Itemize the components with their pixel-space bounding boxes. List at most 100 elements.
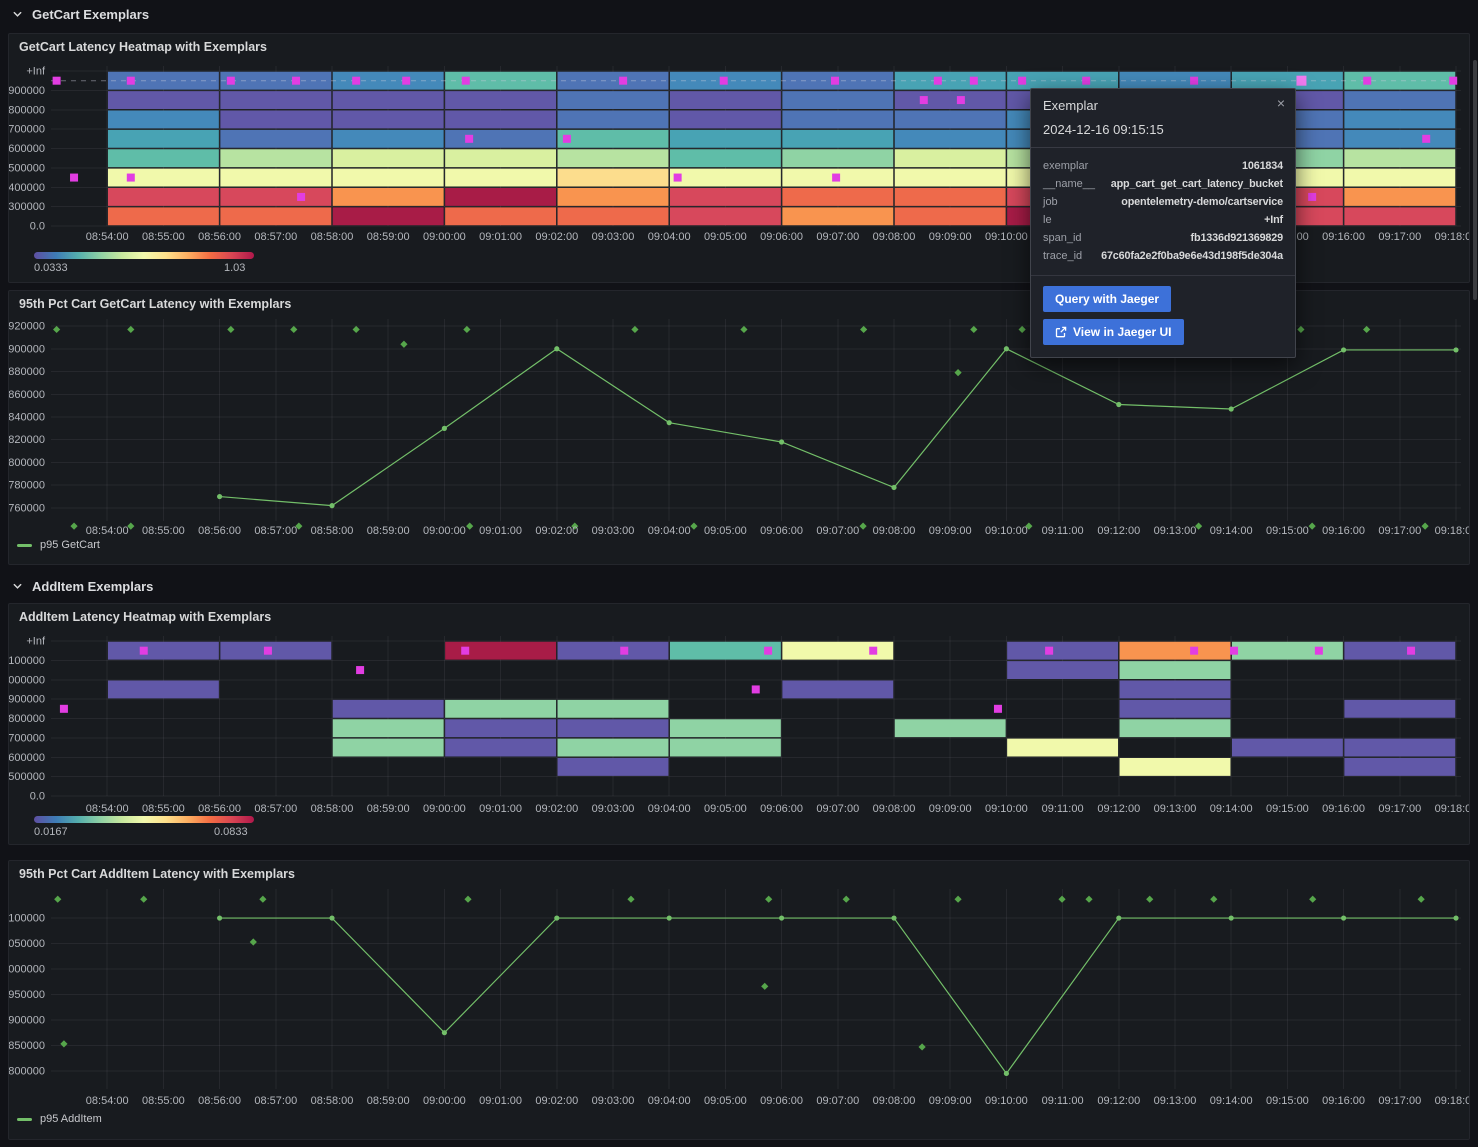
heatmap-cell[interactable]	[445, 188, 556, 206]
heatmap-cell[interactable]	[558, 111, 669, 129]
heatmap-cell[interactable]	[895, 111, 1006, 129]
heatmap-cell[interactable]	[445, 169, 556, 187]
exemplar-diamond[interactable]	[53, 326, 60, 333]
data-point[interactable]	[554, 346, 559, 351]
heatmap-cell[interactable]	[670, 719, 781, 737]
data-point[interactable]	[1341, 347, 1346, 352]
exemplar-diamond[interactable]	[765, 896, 772, 903]
data-point[interactable]	[1341, 915, 1346, 920]
data-point[interactable]	[779, 915, 784, 920]
heatmap-cell[interactable]	[108, 111, 219, 129]
exemplar-marker[interactable]	[1315, 647, 1323, 655]
heatmap-cell[interactable]	[1232, 72, 1343, 90]
exemplar-marker[interactable]	[462, 77, 470, 85]
exemplar-marker[interactable]	[70, 174, 78, 182]
exemplar-marker[interactable]	[1422, 135, 1430, 143]
exemplar-marker[interactable]	[1018, 77, 1026, 85]
heatmap-cell[interactable]	[108, 681, 219, 699]
exemplar-diamond[interactable]	[463, 326, 470, 333]
heatmap-cell[interactable]	[670, 739, 781, 757]
heatmap-cell[interactable]	[558, 188, 669, 206]
heatmap-cell[interactable]	[670, 130, 781, 148]
heatmap-cell[interactable]	[333, 700, 444, 718]
heatmap-cell[interactable]	[895, 91, 1006, 109]
heatmap-cell[interactable]	[445, 91, 556, 109]
heatmap-cell[interactable]	[1344, 207, 1455, 225]
exemplar-marker[interactable]	[957, 96, 965, 104]
heatmap-cell[interactable]	[670, 207, 781, 225]
heatmap-cell[interactable]	[670, 149, 781, 167]
heatmap-cell[interactable]	[558, 758, 669, 776]
heatmap-cell[interactable]	[895, 188, 1006, 206]
view-in-jaeger-button[interactable]: View in Jaeger UI	[1043, 319, 1184, 345]
data-point[interactable]	[1004, 346, 1009, 351]
heatmap-cell[interactable]	[333, 130, 444, 148]
heatmap-cell[interactable]	[1344, 739, 1455, 757]
close-icon[interactable]: ×	[1277, 96, 1285, 110]
heatmap-cell[interactable]	[333, 188, 444, 206]
heatmap-cell[interactable]	[670, 111, 781, 129]
heatmap-cell[interactable]	[1120, 700, 1231, 718]
exemplar-diamond[interactable]	[627, 896, 634, 903]
heatmap-cell[interactable]	[558, 91, 669, 109]
exemplar-marker[interactable]	[920, 96, 928, 104]
exemplar-marker[interactable]	[352, 77, 360, 85]
exemplar-marker[interactable]	[127, 77, 135, 85]
heatmap-cell[interactable]	[782, 149, 893, 167]
exemplar-marker[interactable]	[1363, 77, 1371, 85]
exemplar-diamond[interactable]	[1085, 896, 1092, 903]
exemplar-marker[interactable]	[619, 77, 627, 85]
heatmap-cell[interactable]	[445, 111, 556, 129]
heatmap-cell[interactable]	[782, 207, 893, 225]
heatmap-cell[interactable]	[1344, 700, 1455, 718]
data-point[interactable]	[891, 915, 896, 920]
exemplar-diamond[interactable]	[1146, 896, 1153, 903]
data-point[interactable]	[667, 420, 672, 425]
heatmap-cell[interactable]	[558, 207, 669, 225]
heatmap-cell[interactable]	[1344, 149, 1455, 167]
exemplar-marker[interactable]	[127, 174, 135, 182]
exemplar-marker[interactable]	[60, 705, 68, 713]
heatmap-cell[interactable]	[558, 700, 669, 718]
exemplar-marker[interactable]	[1190, 647, 1198, 655]
heatmap-cell[interactable]	[558, 719, 669, 737]
exemplar-diamond[interactable]	[250, 938, 257, 945]
exemplar-marker[interactable]	[53, 77, 61, 85]
exemplar-marker[interactable]	[1230, 647, 1238, 655]
heatmap-cell[interactable]	[108, 188, 219, 206]
heatmap-cell[interactable]	[1344, 188, 1455, 206]
heatmap-cell[interactable]	[1120, 681, 1231, 699]
heatmap-cell[interactable]	[1007, 739, 1118, 757]
heatmap-cell[interactable]	[445, 719, 556, 737]
exemplar-diamond[interactable]	[1210, 896, 1217, 903]
exemplar-diamond[interactable]	[1309, 896, 1316, 903]
heatmap-cell[interactable]	[333, 91, 444, 109]
heatmap-cell[interactable]	[1007, 661, 1118, 679]
exemplar-diamond[interactable]	[859, 523, 866, 530]
heatmap-cell[interactable]	[108, 91, 219, 109]
heatmap-cell[interactable]	[670, 91, 781, 109]
exemplar-marker[interactable]	[563, 135, 571, 143]
exemplar-marker[interactable]	[764, 647, 772, 655]
exemplar-marker[interactable]	[1449, 77, 1457, 85]
exemplar-diamond[interactable]	[1363, 326, 1370, 333]
exemplar-marker[interactable]	[934, 77, 942, 85]
heatmap-cell[interactable]	[782, 111, 893, 129]
data-point[interactable]	[329, 915, 334, 920]
data-point[interactable]	[442, 1030, 447, 1035]
query-with-jaeger-button[interactable]: Query with Jaeger	[1043, 286, 1171, 312]
heatmap-cell[interactable]	[782, 91, 893, 109]
exemplar-diamond[interactable]	[353, 326, 360, 333]
heatmap-cell[interactable]	[558, 130, 669, 148]
heatmap-cell[interactable]	[1344, 91, 1455, 109]
data-point[interactable]	[1004, 1071, 1009, 1076]
heatmap-cell[interactable]	[108, 169, 219, 187]
exemplar-marker[interactable]	[140, 647, 148, 655]
exemplar-marker[interactable]	[1308, 193, 1316, 201]
heatmap-cell[interactable]	[895, 719, 1006, 737]
heatmap-cell[interactable]	[445, 207, 556, 225]
data-point[interactable]	[217, 915, 222, 920]
heatmap-cell[interactable]	[220, 91, 331, 109]
exemplar-marker[interactable]	[674, 174, 682, 182]
exemplar-marker[interactable]	[292, 77, 300, 85]
